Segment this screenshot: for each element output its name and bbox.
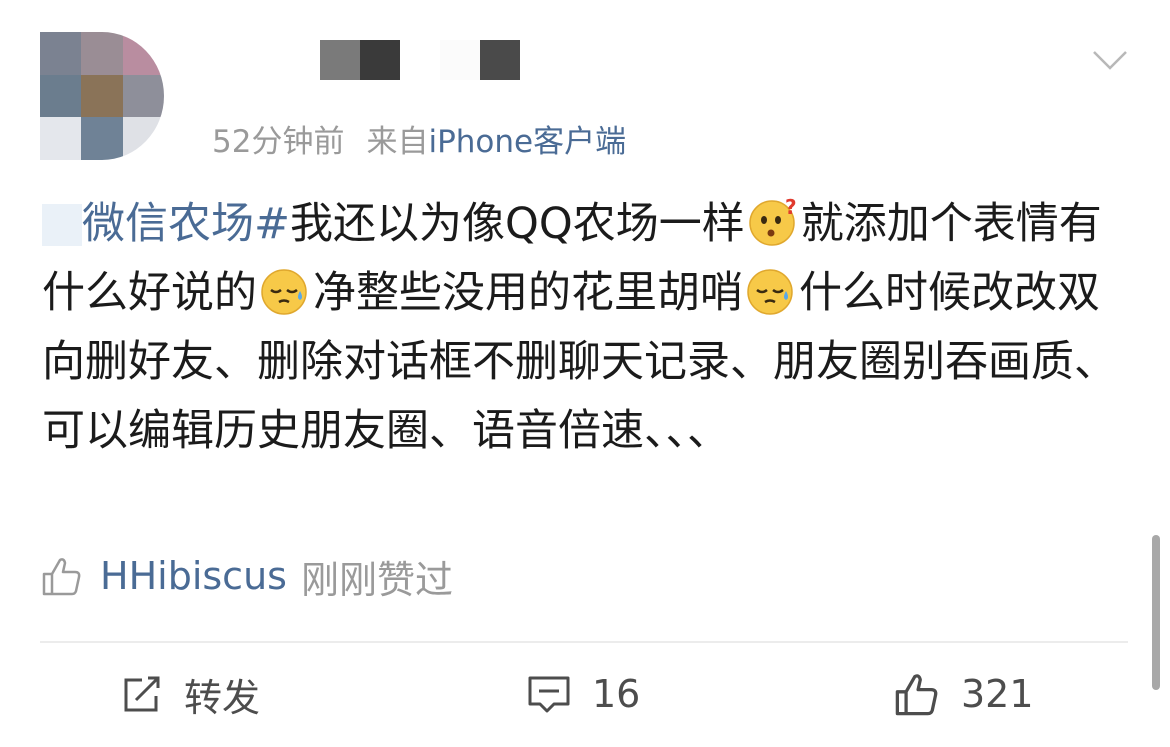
- post-meta: 52分钟前 来自iPhone客户端: [212, 116, 626, 161]
- post-time: 52分钟前: [212, 124, 345, 160]
- liker-name-link[interactable]: HHibiscus: [100, 554, 287, 598]
- username-redacted[interactable]: [320, 40, 520, 80]
- post-text: 微信农场#我还以为像QQ农场一样 ? 就添加个表情有什么好说的 净整些没用的花里…: [42, 190, 1137, 466]
- sweat-face-emoji: [747, 269, 793, 315]
- like-status: 刚刚赞过: [300, 557, 453, 602]
- post-text-part-3: 净整些没用的花里胡哨: [313, 268, 743, 318]
- like-button[interactable]: 321: [893, 664, 1034, 724]
- topic-link[interactable]: 微信农场#: [82, 199, 290, 249]
- topic-redacted: [42, 204, 82, 246]
- repost-button[interactable]: 转发: [120, 664, 260, 724]
- comment-button[interactable]: 16: [526, 664, 640, 724]
- scrollbar[interactable]: [1152, 535, 1160, 690]
- repost-icon: [124, 676, 160, 712]
- confused-face-emoji: ?: [748, 196, 797, 246]
- post-text-part-1: 我还以为像QQ农场一样: [290, 199, 745, 249]
- thumbs-up-icon: [895, 674, 938, 716]
- source-link[interactable]: iPhone客户端: [428, 124, 626, 160]
- comment-icon: [528, 676, 570, 713]
- svg-text:?: ?: [785, 196, 797, 219]
- sweat-face-emoji: [261, 269, 307, 315]
- source-prefix: 来自: [366, 124, 429, 160]
- like-count: 321: [961, 672, 1034, 716]
- chevron-down-icon[interactable]: [1090, 44, 1130, 74]
- liked-by-row: HHibiscus 刚刚赞过: [40, 548, 453, 604]
- avatar[interactable]: [40, 32, 164, 160]
- thumbs-up-icon: [42, 558, 81, 596]
- divider: [40, 641, 1128, 643]
- comment-count: 16: [592, 672, 641, 716]
- repost-label: 转发: [184, 675, 261, 720]
